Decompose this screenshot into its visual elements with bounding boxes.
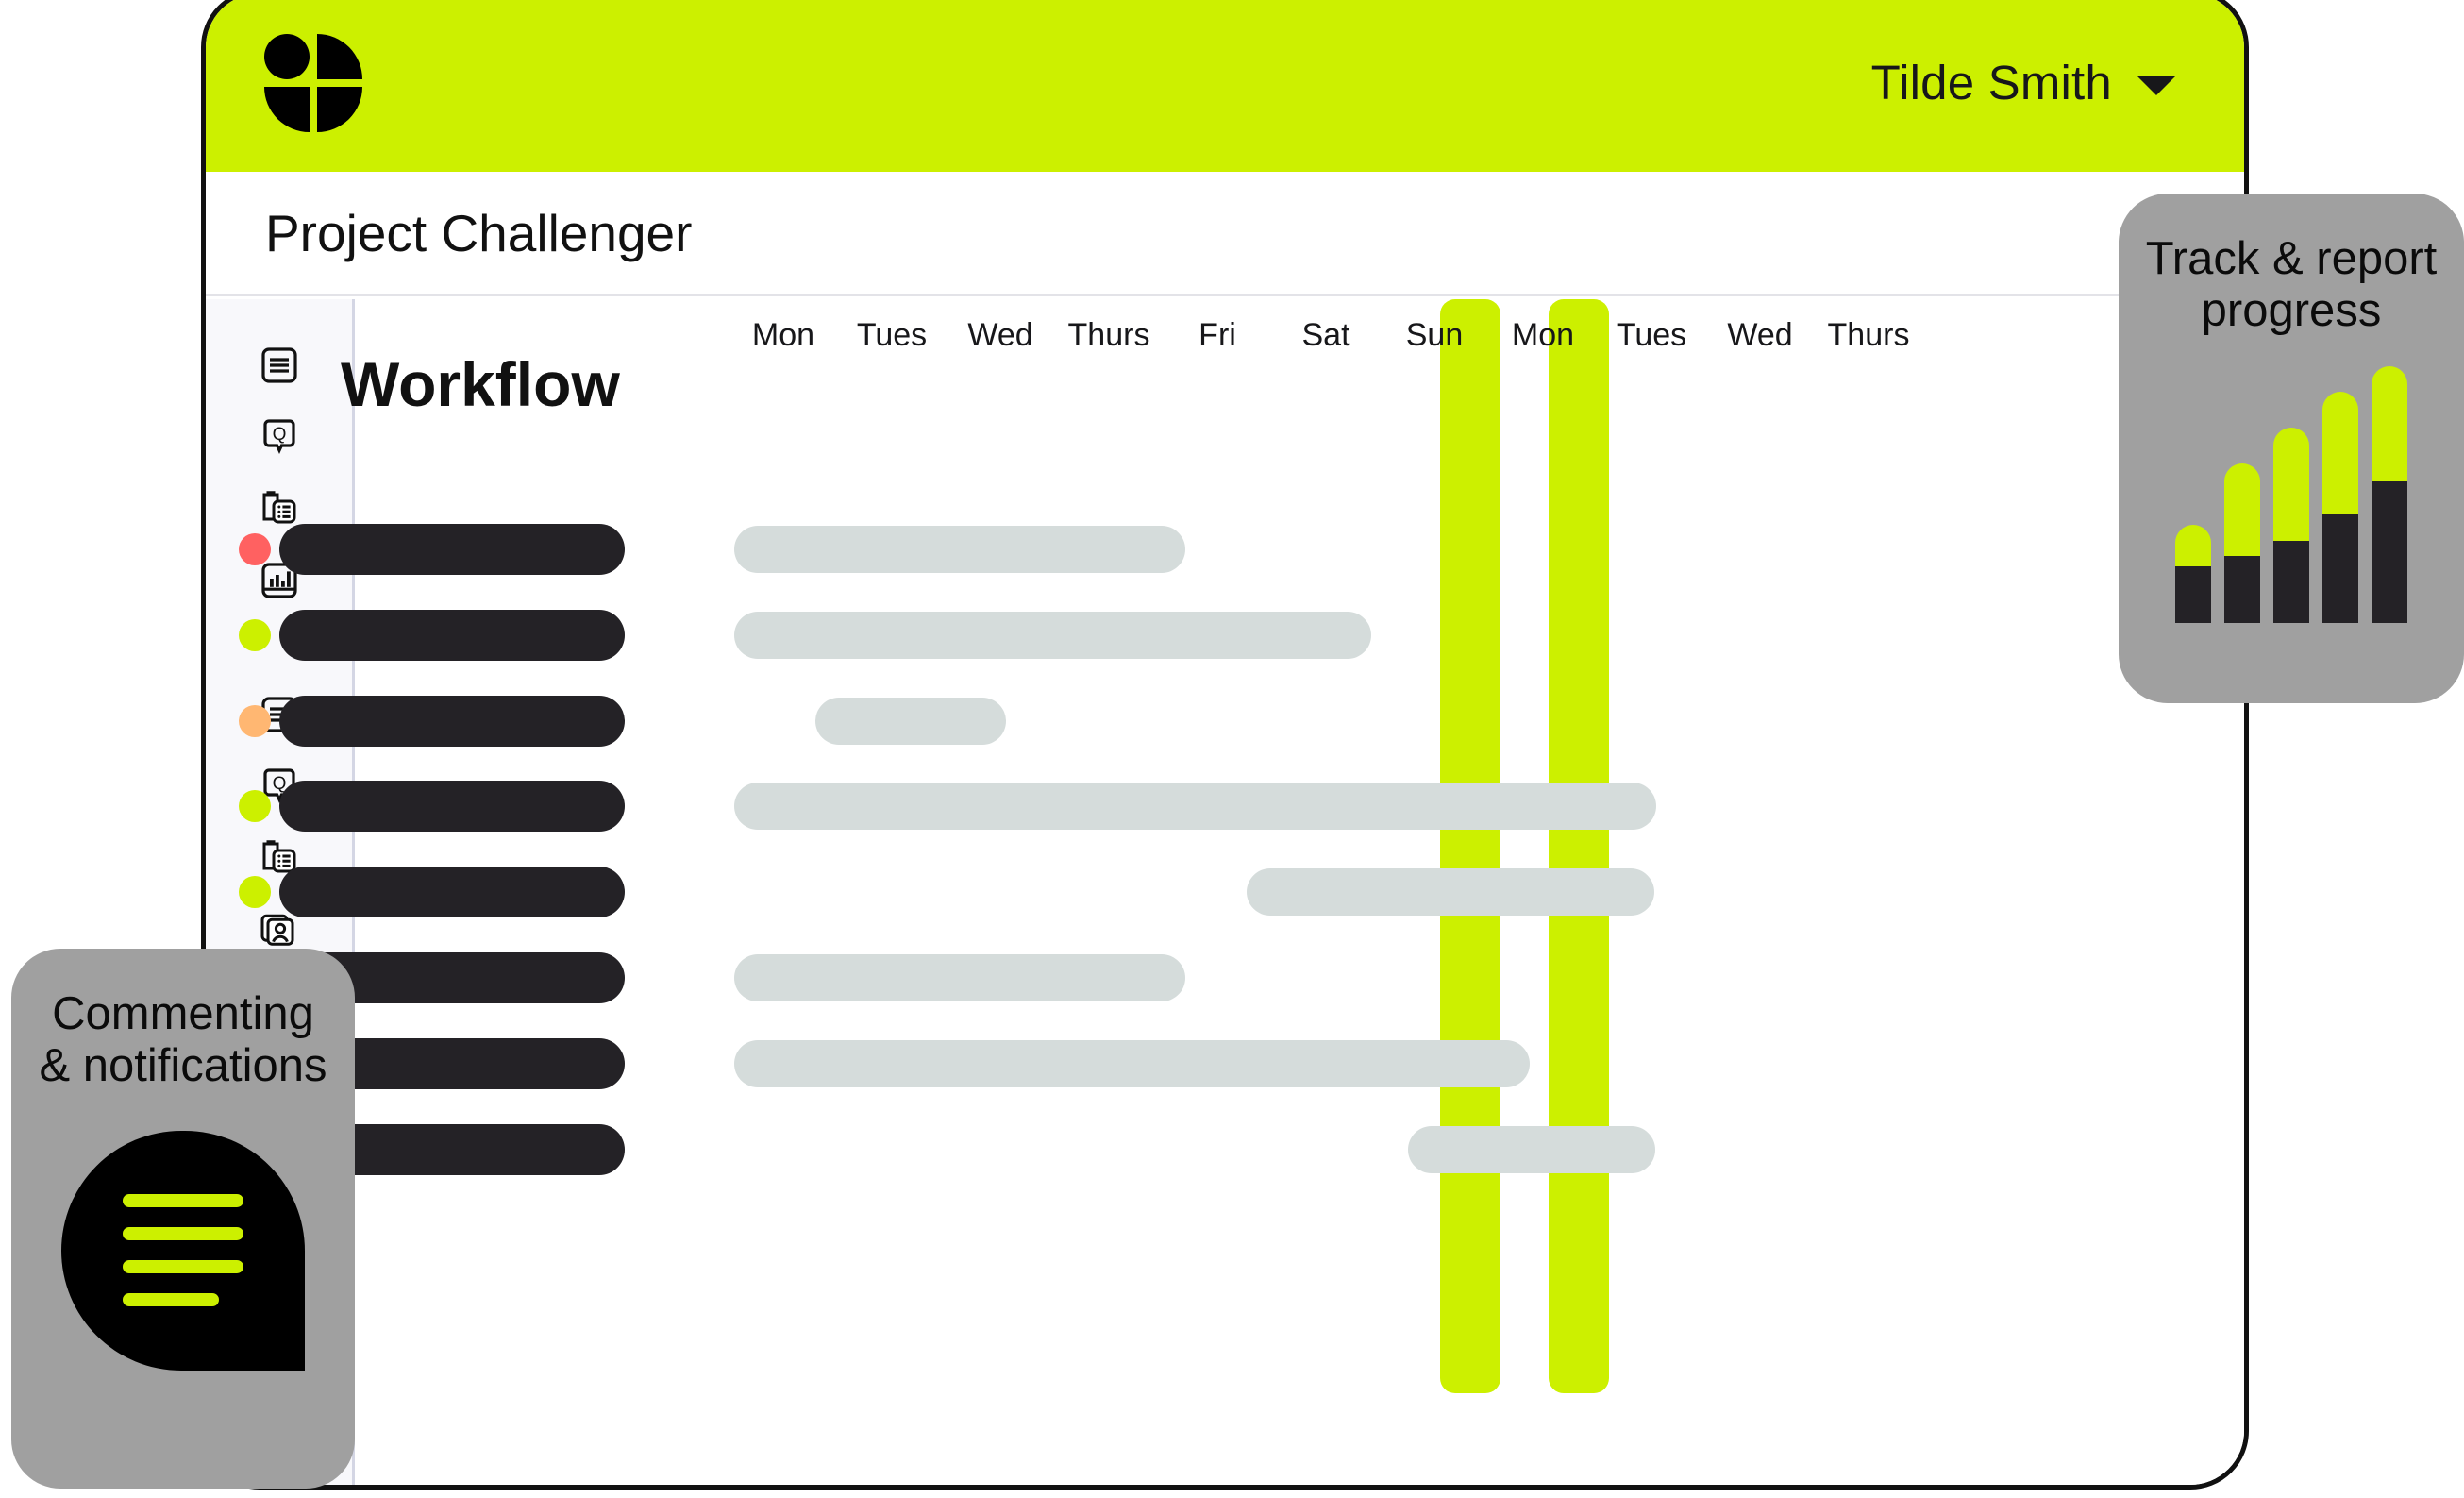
gantt-day-label: Mon	[751, 317, 815, 353]
gantt-task-row[interactable]	[206, 775, 2244, 837]
gantt-chart: Mon Tues Wed Thurs Fri Sat Sun Mon Tues Wed Thurs	[206, 299, 2244, 1485]
gantt-day-label: Thurs	[1827, 317, 1910, 353]
gantt-day-label: Wed	[1727, 317, 1793, 353]
user-name-label: Tilde Smith	[1870, 56, 2112, 109]
bubble-line	[123, 1227, 243, 1241]
feature-card-title: Track & report progress	[2145, 233, 2438, 337]
bubble-line	[123, 1260, 243, 1274]
app-logo-icon[interactable]	[264, 33, 362, 132]
gantt-day-label: Sun	[1405, 317, 1464, 353]
gantt-duration-bar[interactable]	[815, 698, 1006, 745]
gantt-duration-bar[interactable]	[734, 526, 1185, 573]
progress-bar-base	[2175, 565, 2211, 623]
gantt-day-label: Tues	[1616, 317, 1687, 353]
gantt-duration-bar[interactable]	[734, 783, 1656, 830]
speech-bubble-icon	[61, 1130, 305, 1371]
status-dot[interactable]	[239, 790, 271, 822]
feature-card-track-progress: Track & report progress	[2119, 194, 2464, 703]
gantt-task-row[interactable]	[206, 1033, 2244, 1095]
feature-card-commenting: Commenting & notifications	[11, 949, 355, 1489]
progress-bar	[2322, 391, 2358, 623]
logo-quadrant-top-right	[317, 33, 362, 79]
logo-quadrant-bottom-left	[264, 86, 310, 132]
gantt-day-label: Thurs	[1067, 317, 1150, 353]
app-window: Tilde Smith Project Challenger Q Q Workf…	[201, 0, 2249, 1490]
task-name-placeholder[interactable]	[279, 524, 625, 575]
progress-bar-base	[2273, 540, 2309, 623]
gantt-day-label: Tues	[856, 317, 928, 353]
chevron-down-icon[interactable]	[2137, 76, 2176, 95]
task-name-placeholder[interactable]	[279, 696, 625, 747]
progress-bar	[2372, 365, 2407, 623]
logo-quadrant-top-left	[264, 33, 310, 79]
gantt-duration-bar[interactable]	[1247, 868, 1654, 916]
bubble-line	[123, 1194, 243, 1208]
gantt-day-label: Mon	[1511, 317, 1575, 353]
top-header-bar: Tilde Smith	[206, 0, 2244, 172]
task-name-placeholder[interactable]	[279, 781, 625, 832]
bubble-line	[123, 1293, 219, 1307]
status-dot[interactable]	[239, 533, 271, 565]
screenshot-stage: Tilde Smith Project Challenger Q Q Workf…	[0, 0, 2464, 1498]
gantt-task-row[interactable]	[206, 518, 2244, 581]
gantt-task-row[interactable]	[206, 604, 2244, 666]
weekend-column-sun	[1549, 299, 1609, 1393]
gantt-day-label: Wed	[967, 317, 1033, 353]
progress-bar	[2273, 428, 2309, 623]
page-title: Project Challenger	[265, 203, 693, 262]
project-title-bar: Project Challenger	[206, 172, 2244, 296]
app-body: Q Q Workflow Mon Tues Wed Thurs Fri Sat …	[206, 299, 2244, 1485]
progress-bar-chart-icon	[2175, 365, 2407, 623]
feature-card-title: Commenting & notifications	[39, 988, 327, 1092]
user-menu-button[interactable]: Tilde Smith	[1871, 55, 2176, 110]
gantt-task-row[interactable]	[206, 861, 2244, 923]
progress-bar-base	[2322, 514, 2358, 623]
weekend-column-sat	[1440, 299, 1500, 1393]
gantt-task-row[interactable]	[206, 690, 2244, 752]
gantt-day-label: Fri	[1198, 317, 1236, 353]
gantt-duration-bar[interactable]	[734, 954, 1185, 1001]
gantt-duration-bar[interactable]	[734, 612, 1371, 659]
progress-bar	[2175, 525, 2211, 623]
gantt-day-label: Sat	[1301, 317, 1350, 353]
task-name-placeholder[interactable]	[279, 610, 625, 661]
progress-bar	[2224, 463, 2260, 623]
status-dot[interactable]	[239, 619, 271, 651]
gantt-duration-bar[interactable]	[1408, 1126, 1655, 1173]
status-dot[interactable]	[239, 876, 271, 908]
progress-bar-base	[2224, 556, 2260, 623]
gantt-duration-bar[interactable]	[734, 1040, 1530, 1087]
gantt-task-row[interactable]	[206, 947, 2244, 1009]
logo-quadrant-bottom-right	[317, 86, 362, 132]
status-dot[interactable]	[239, 705, 271, 737]
task-name-placeholder[interactable]	[279, 867, 625, 917]
progress-bar-base	[2372, 481, 2407, 623]
gantt-task-row[interactable]	[206, 1119, 2244, 1181]
